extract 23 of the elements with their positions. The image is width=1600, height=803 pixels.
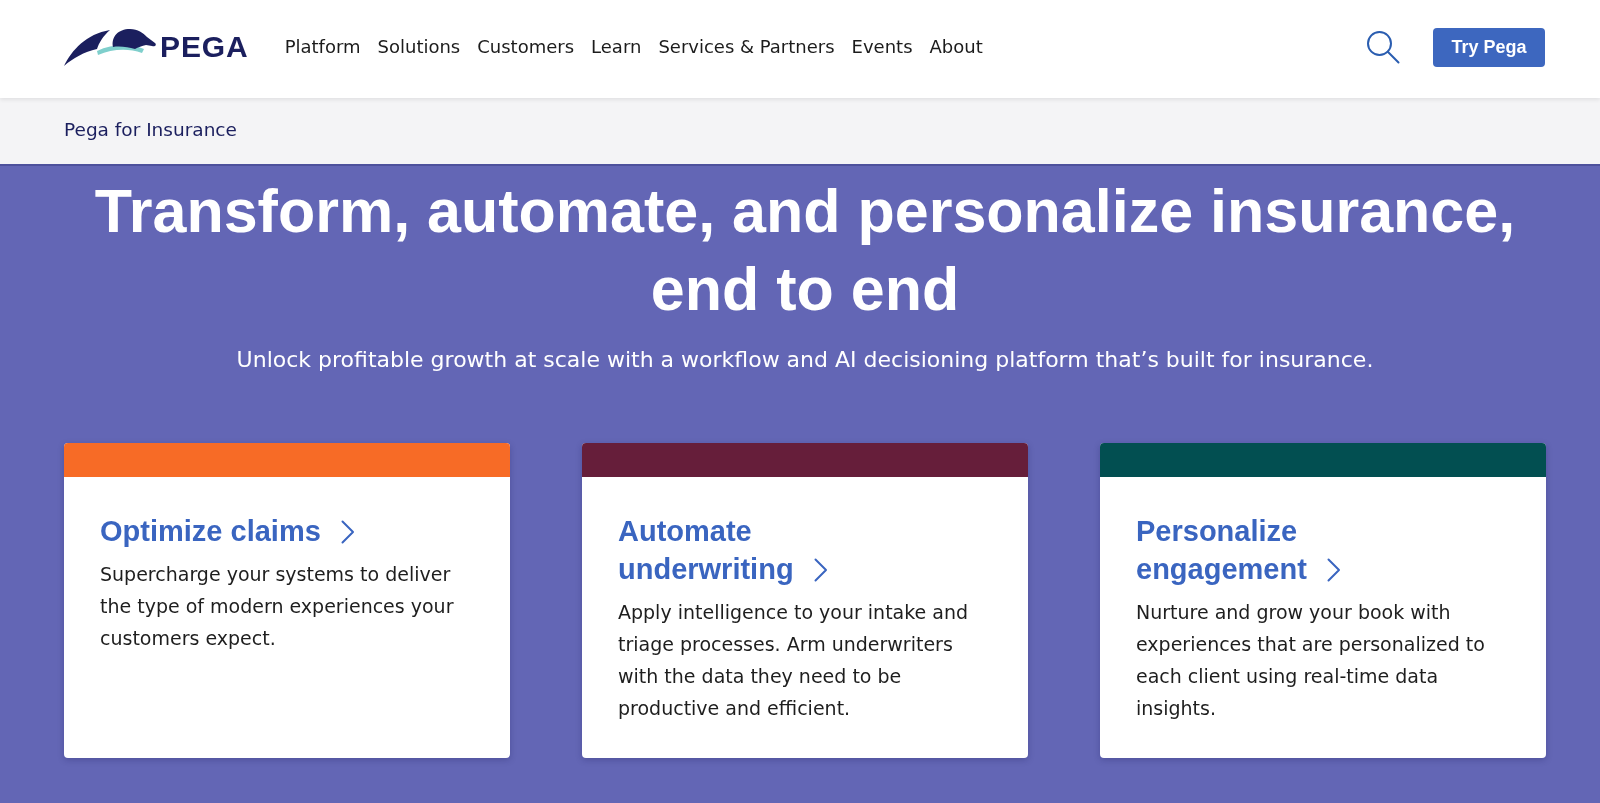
breadcrumb-link[interactable]: Pega for Insurance [64,118,237,142]
nav-link[interactable]: About [929,35,983,59]
nav-link[interactable]: Customers [477,35,575,59]
card-title-link[interactable]: Automate underwriting [618,512,908,588]
chevron-right-icon [1326,558,1341,582]
card-description: Supercharge your systems to deliver the type of modern experiences your customers expect. [100,562,455,651]
nav-link[interactable]: Solutions [377,35,461,59]
nav-link[interactable]: Services & Partners [658,35,835,59]
nav-link[interactable]: Learn [591,35,642,59]
card-description: Nurture and grow your book with experiences that are personalized to each client using real-time data insights. [1136,600,1486,721]
hero-heading: Transform, automate, and personalize insurance, end to end [93,176,1517,325]
home-logo-link[interactable]: PEGA [64,28,249,66]
horse-logo-icon [64,28,157,66]
chevron-right-icon [813,558,828,582]
nav-link[interactable]: Platform [284,35,361,59]
card-title-link[interactable]: Personalize engagement [1136,512,1426,588]
card-description: Apply intelligence to your intake and triage processes. Arm underwriters with the data they need to be productive and efficient. [618,600,970,721]
card-title-link[interactable]: Optimize claims [100,512,355,550]
hero-subtitle: Unlock profitable growth at scale with a workflow and AI decisioning platform that’s built for insurance. [236,346,1374,374]
nav-link[interactable]: Events [851,35,913,59]
try-pega-button[interactable]: Try Pega [1433,27,1545,67]
chevron-right-icon [340,520,355,544]
search-icon[interactable] [1366,30,1400,64]
